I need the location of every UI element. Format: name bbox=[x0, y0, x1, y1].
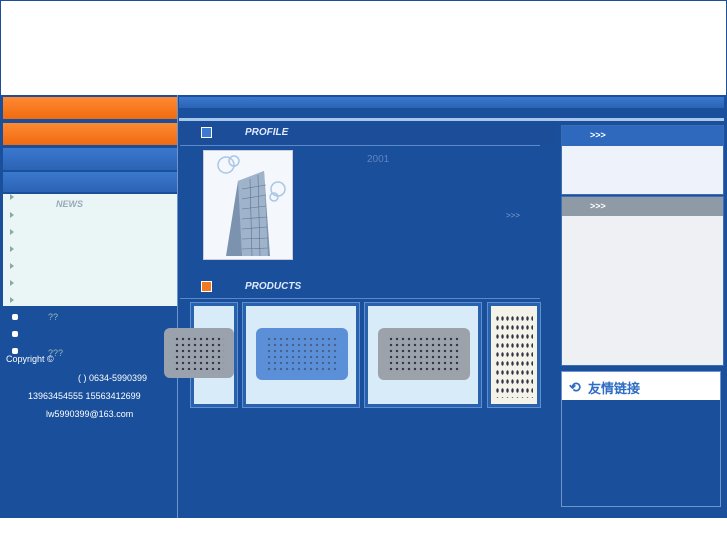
company-building-image bbox=[203, 150, 293, 260]
copyright-text: Copyright © bbox=[6, 354, 54, 364]
left-orange-bar-1 bbox=[3, 97, 177, 119]
center-top-stripe bbox=[179, 118, 724, 121]
left-blue-bar-1 bbox=[3, 148, 177, 170]
friend-links-panel: ⟲ 友情链接 bbox=[561, 371, 721, 507]
nav-item-4[interactable] bbox=[10, 260, 170, 276]
right-panel-1-more[interactable]: >>> bbox=[590, 130, 606, 140]
mobile-text: 13963454555 15563412699 bbox=[28, 391, 141, 401]
contact-label-1: ?? bbox=[48, 312, 59, 322]
product-card-2[interactable] bbox=[242, 302, 360, 408]
nav-item-1[interactable] bbox=[10, 209, 170, 225]
arrow-icon bbox=[10, 279, 14, 286]
product-card-1[interactable] bbox=[164, 302, 238, 408]
profile-divider bbox=[180, 145, 540, 146]
right-panel-1-header: >>> bbox=[562, 126, 723, 146]
products-title: PRODUCTS bbox=[245, 281, 302, 292]
product-image bbox=[368, 306, 478, 404]
products-icon bbox=[201, 281, 212, 292]
friend-links-title: 友情链接 bbox=[588, 381, 641, 396]
nav-item-6[interactable] bbox=[10, 294, 170, 310]
center-top-bar bbox=[179, 97, 724, 108]
profile-year: 2001 bbox=[367, 154, 390, 165]
profile-header bbox=[180, 124, 555, 144]
profile-more-link[interactable]: >>> bbox=[506, 211, 520, 220]
nav-item-3[interactable] bbox=[10, 243, 170, 259]
nav-item-5[interactable] bbox=[10, 277, 170, 293]
arrow-icon bbox=[10, 228, 14, 235]
bullet-icon bbox=[12, 331, 18, 337]
phone-text: ( ) 0634-5990399 bbox=[78, 373, 148, 383]
bullet-icon bbox=[12, 314, 18, 320]
profile-title: PROFILE bbox=[245, 127, 289, 138]
right-panel-2-more[interactable]: >>> bbox=[590, 201, 606, 211]
friend-links-header: ⟲ 友情链接 bbox=[562, 372, 720, 400]
refresh-icon: ⟲ bbox=[569, 379, 581, 395]
right-panel-2: >>> bbox=[561, 196, 724, 366]
arrow-icon bbox=[10, 296, 14, 303]
header-banner bbox=[0, 0, 727, 95]
left-orange-bar-2 bbox=[3, 123, 177, 145]
product-image bbox=[164, 306, 234, 404]
arrow-icon bbox=[10, 245, 14, 252]
product-card-3[interactable] bbox=[364, 302, 482, 408]
email-text[interactable]: lw5990399@163.com bbox=[46, 409, 133, 419]
right-panel-2-header: >>> bbox=[562, 197, 723, 216]
nav-item-2[interactable] bbox=[10, 226, 170, 242]
product-card-4[interactable] bbox=[487, 302, 541, 408]
left-blue-bar-2 bbox=[3, 172, 177, 192]
arrow-icon bbox=[10, 211, 14, 218]
right-panel-1: >>> bbox=[561, 125, 724, 195]
column-divider bbox=[177, 95, 178, 518]
product-image bbox=[491, 306, 537, 404]
product-image bbox=[246, 306, 356, 404]
products-divider bbox=[180, 298, 540, 299]
arrow-icon bbox=[10, 262, 14, 269]
profile-icon bbox=[201, 127, 212, 138]
